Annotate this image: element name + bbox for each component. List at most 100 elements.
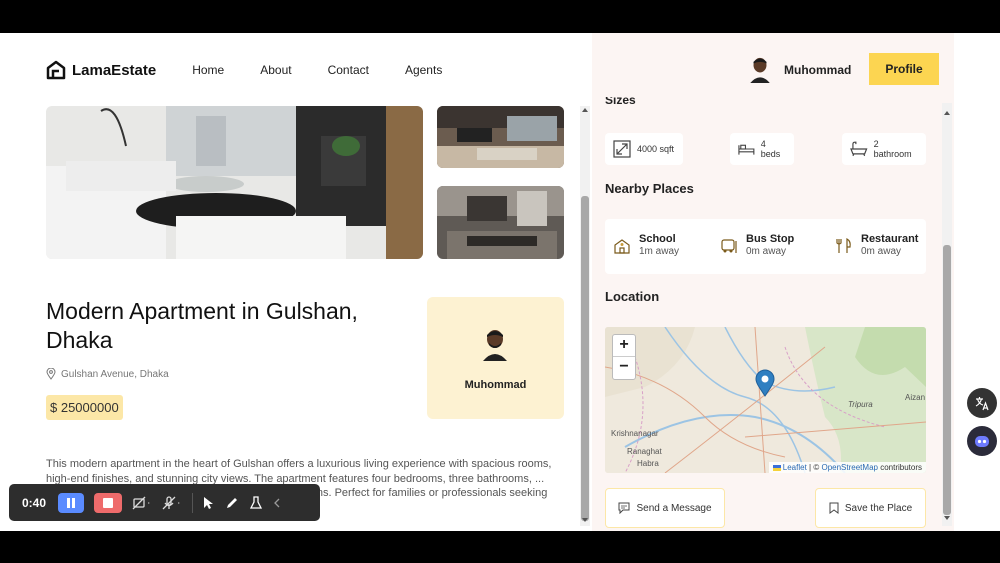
translate-button[interactable]	[967, 388, 997, 418]
owner-name: Muhommad	[464, 379, 527, 391]
size-area: 4000 sqft	[605, 133, 683, 165]
stop-icon	[103, 497, 113, 508]
interior-photo	[437, 186, 564, 259]
assistant-button[interactable]	[967, 426, 997, 456]
nearby-heading: Nearby Places	[605, 181, 694, 196]
camera-off-button[interactable]	[132, 496, 152, 510]
send-message-button[interactable]: Send a Message	[605, 488, 725, 528]
map-marker-icon[interactable]	[755, 369, 775, 397]
nav-link-home[interactable]: Home	[192, 63, 224, 77]
save-place-button[interactable]: Save the Place	[815, 488, 926, 528]
map-label-ranaghat: Ranaghat	[627, 447, 662, 456]
chevron-left-icon	[274, 498, 280, 507]
nearby-school-distance: 1m away	[639, 246, 680, 257]
recording-toolbar: 0:40	[9, 484, 320, 521]
main-nav: LamaEstate Home About Contact Agents	[46, 57, 478, 83]
listing-page: LamaEstate Home About Contact Agents Mod…	[0, 33, 1000, 531]
details-sidebar: Muhommad Profile Sizes 4000 sqft 4 beds …	[592, 33, 954, 531]
zoom-in-button[interactable]: +	[613, 335, 635, 357]
pen-icon	[227, 497, 237, 508]
save-place-label: Save the Place	[844, 502, 913, 514]
eraser-icon	[249, 495, 263, 509]
main-listing-image[interactable]	[46, 106, 423, 259]
avatar	[483, 330, 507, 361]
scroll-down-icon[interactable]	[944, 516, 950, 520]
living-room-photo	[46, 106, 423, 259]
listing-title: Modern Apartment in Gulshan, Dhaka	[46, 298, 358, 353]
location-pin-icon	[46, 368, 56, 380]
location-map[interactable]: Tripura Krishnanagar Ranaghat Habra Aiza…	[605, 327, 926, 473]
brand-logo[interactable]: LamaEstate	[46, 60, 156, 80]
map-label-habra: Habra	[637, 459, 659, 468]
sizes-heading: Sizes	[605, 97, 636, 107]
bus-stop-icon	[721, 238, 737, 253]
page-scrollbar[interactable]	[580, 106, 590, 526]
size-beds-label: 4 beds	[760, 139, 781, 159]
collapse-toolbar-button[interactable]	[273, 498, 281, 508]
mic-off-icon	[162, 495, 180, 509]
map-zoom-control: + −	[612, 334, 636, 380]
size-bathroom-label: 2 bathroom	[873, 139, 912, 159]
user-info[interactable]: Muhommad	[750, 57, 851, 83]
zoom-out-button[interactable]: −	[613, 357, 635, 379]
mic-off-button[interactable]	[162, 495, 182, 510]
price-badge: $ 25000000	[46, 395, 123, 420]
pause-recording-button[interactable]	[58, 492, 84, 513]
gallery-thumb-2[interactable]	[437, 186, 564, 259]
eraser-tool-button[interactable]	[249, 495, 263, 510]
nearby-restaurant-title: Restaurant	[861, 233, 919, 245]
leaflet-link[interactable]: Leaflet	[783, 463, 807, 472]
avatar	[750, 57, 770, 83]
translate-icon	[975, 397, 989, 411]
sidebar-scrollbar[interactable]	[942, 103, 952, 526]
pause-icon	[67, 497, 75, 508]
top-letterbox	[0, 0, 1000, 33]
size-bathroom: 2 bathroom	[842, 133, 926, 165]
recording-timer: 0:40	[22, 495, 47, 510]
listing-address: Gulshan Avenue, Dhaka	[46, 368, 169, 380]
location-heading: Location	[605, 289, 660, 304]
brand-name: LamaEstate	[72, 61, 157, 79]
scrollbar-thumb[interactable]	[581, 196, 589, 521]
map-label-tripura: Tripura	[848, 400, 873, 409]
interior-photo	[437, 106, 564, 168]
cursor-tool-button[interactable]	[203, 496, 215, 510]
scroll-up-icon[interactable]	[582, 108, 588, 112]
house-logo-icon	[46, 60, 66, 80]
attribution-separator: | ©	[809, 463, 820, 472]
stop-recording-button[interactable]	[94, 492, 122, 513]
nav-link-agents[interactable]: Agents	[405, 63, 442, 77]
nearby-restaurant: Restaurant 0m away	[835, 233, 918, 258]
nearby-bus-stop: Bus Stop 0m away	[720, 233, 794, 258]
cursor-icon	[204, 496, 213, 509]
map-attribution: Leaflet | © OpenStreetMap contributors	[768, 462, 926, 473]
toolbar-divider	[192, 492, 193, 513]
address-text: Gulshan Avenue, Dhaka	[61, 368, 169, 380]
scroll-up-icon[interactable]	[944, 111, 950, 115]
chat-icon	[618, 502, 630, 514]
map-label-aizan: Aizan	[905, 393, 926, 402]
scrollbar-thumb[interactable]	[943, 245, 951, 515]
gallery-thumb-1[interactable]	[437, 106, 564, 168]
nav-link-about[interactable]: About	[260, 63, 291, 77]
pen-tool-button[interactable]	[225, 496, 239, 510]
nearby-school-title: School	[639, 233, 676, 245]
bottom-letterbox	[0, 531, 1000, 563]
nearby-school: School 1m away	[613, 233, 679, 258]
school-icon	[614, 238, 630, 254]
bookmark-icon	[829, 502, 839, 514]
scroll-down-icon[interactable]	[582, 518, 588, 522]
user-name: Muhommad	[784, 63, 852, 77]
attribution-contributors: contributors	[880, 463, 922, 472]
resize-icon	[613, 140, 631, 158]
nav-link-contact[interactable]: Contact	[328, 63, 369, 77]
size-beds: 4 beds	[730, 133, 794, 165]
profile-button[interactable]: Profile	[869, 53, 939, 85]
send-message-label: Send a Message	[636, 502, 712, 514]
osm-link[interactable]: OpenStreetMap	[821, 463, 877, 472]
robot-icon	[975, 436, 989, 447]
nearby-bus-stop-title: Bus Stop	[746, 233, 795, 245]
owner-card[interactable]: Muhommad	[427, 297, 564, 419]
nearby-bus-stop-distance: 0m away	[746, 246, 787, 257]
size-area-label: 4000 sqft	[637, 144, 675, 154]
